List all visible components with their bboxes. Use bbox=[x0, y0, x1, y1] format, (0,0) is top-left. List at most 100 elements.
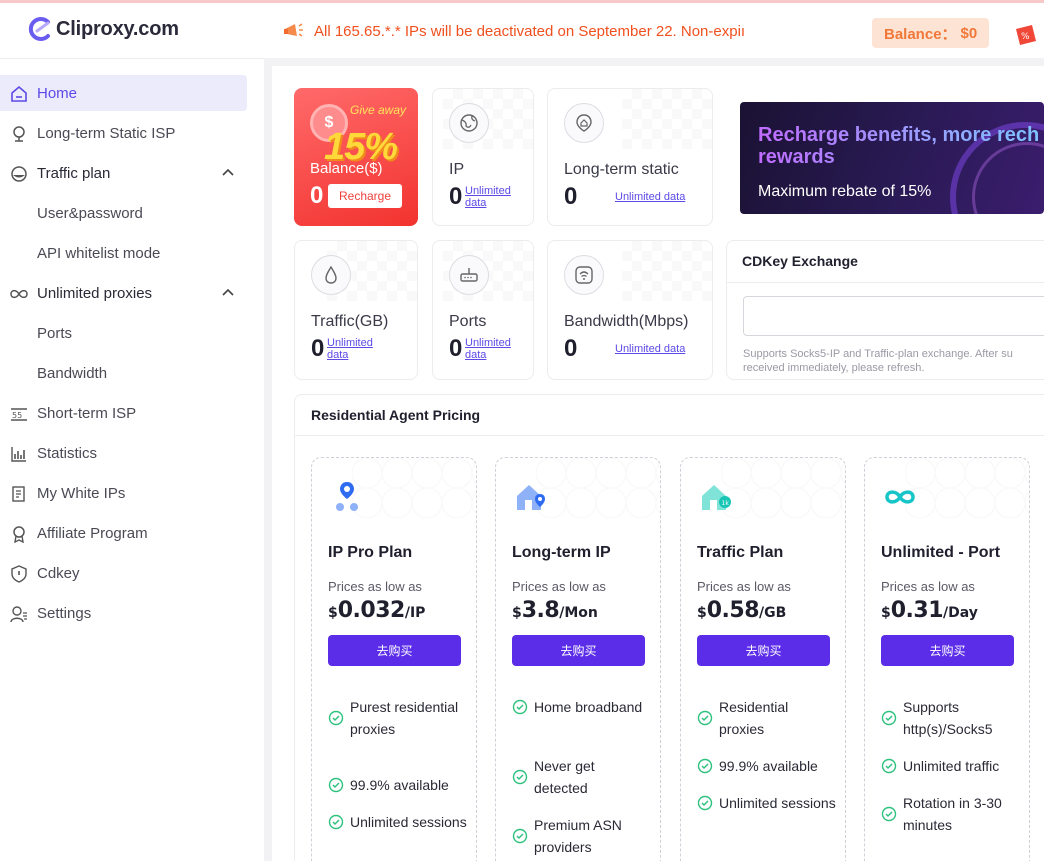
discount-badge-icon[interactable]: % bbox=[1012, 21, 1038, 47]
badge-icon bbox=[13, 526, 25, 543]
feature-text: 99.9% available bbox=[350, 777, 449, 793]
price-value: 0.58 bbox=[706, 598, 760, 623]
check-circle-icon bbox=[512, 828, 528, 844]
balance-card: $ Give away 15% Balance($) 0 Recharge bbox=[294, 88, 418, 226]
sidebar-item-label: Statistics bbox=[37, 444, 98, 462]
plan-name: Unlimited - Port bbox=[881, 544, 1001, 561]
sidebar-item-settings[interactable]: Settings bbox=[0, 595, 264, 631]
unlimited-data-link[interactable]: Unlimited data bbox=[465, 337, 511, 361]
feature-text: Home broadband bbox=[534, 699, 643, 715]
stat-label: Long-term static bbox=[564, 161, 679, 178]
sidebar-item-short-term-isp[interactable]: 55 Short-term ISP bbox=[0, 395, 264, 431]
give-away-label: Give away bbox=[350, 103, 407, 117]
link-line: data bbox=[465, 197, 487, 209]
sidebar-item-label: Settings bbox=[37, 604, 92, 622]
sidebar-item-ports[interactable]: Ports bbox=[0, 315, 264, 351]
sidebar-item-label: Unlimited proxies bbox=[37, 284, 153, 302]
hint-line: Supports Socks5-IP and Traffic-plan exch… bbox=[743, 348, 1013, 360]
plan-feature: Unlimited sessions bbox=[328, 811, 468, 833]
hex-pattern bbox=[352, 458, 476, 518]
check-circle-icon bbox=[512, 769, 528, 785]
divider bbox=[295, 435, 1044, 436]
notice-text: All 165.65.*.* IPs will be deactivated o… bbox=[314, 22, 746, 40]
hint-line: received immediately, please refresh. bbox=[743, 362, 925, 374]
wifi-icon bbox=[564, 255, 604, 295]
svg-text:55: 55 bbox=[12, 411, 22, 420]
unlimited-data-link[interactable]: Unlimited data bbox=[327, 337, 373, 361]
document-icon bbox=[12, 486, 25, 502]
logo[interactable]: Cliproxy.com bbox=[28, 17, 179, 41]
buy-button[interactable]: 去购买 bbox=[328, 635, 461, 666]
router-icon bbox=[449, 255, 489, 295]
sidebar-item-label: User&password bbox=[37, 204, 143, 222]
plan-price: $0.032/IP bbox=[328, 598, 425, 623]
balance-label: Balance($) bbox=[310, 160, 383, 177]
drop-icon bbox=[11, 166, 27, 182]
plan-feature: Supports http(s)/Socks5 bbox=[881, 696, 1021, 740]
svg-text:%: % bbox=[1021, 32, 1030, 42]
sidebar-item-statistics[interactable]: Statistics bbox=[0, 435, 264, 471]
sidebar-item-api-whitelist[interactable]: API whitelist mode bbox=[0, 235, 264, 271]
check-circle-icon bbox=[881, 710, 897, 726]
sidebar-item-user-password[interactable]: User&password bbox=[0, 195, 264, 231]
top-bar: Cliproxy.com All 165.65.*.* IPs will be … bbox=[0, 0, 1044, 58]
plan-price-prefix: Prices as low as bbox=[512, 579, 606, 594]
stat-label: Ports bbox=[449, 313, 487, 330]
plan-price: $0.31/Day bbox=[881, 598, 978, 623]
sidebar-item-traffic-plan[interactable]: Traffic plan bbox=[0, 155, 264, 191]
feature-text: Unlimited traffic bbox=[903, 758, 1000, 774]
infinity-icon bbox=[10, 289, 28, 299]
link-line: Unlimited bbox=[465, 337, 511, 349]
plan-name: Long-term IP bbox=[512, 544, 611, 561]
main-content: $ Give away 15% Balance($) 0 Recharge IP… bbox=[272, 66, 1044, 861]
cdkey-title: CDKey Exchange bbox=[742, 253, 858, 269]
chevron-up-icon[interactable] bbox=[222, 168, 234, 176]
price-value: 3.8 bbox=[521, 598, 560, 623]
home-pin-icon bbox=[564, 103, 604, 143]
sidebar-item-long-term-static-isp[interactable]: Long-term Static ISP bbox=[0, 115, 264, 151]
unlimited-data-link[interactable]: Unlimited data bbox=[615, 343, 685, 355]
unlimited-data-link[interactable]: Unlimited data bbox=[615, 191, 685, 203]
price-currency: $ bbox=[881, 605, 891, 621]
plan-feature: Residential proxies bbox=[697, 696, 837, 740]
balance-pill[interactable]: Balance： $0 bbox=[872, 18, 990, 48]
plan-card-ip-pro: IP Pro Plan Prices as low as $0.032/IP 去… bbox=[311, 457, 477, 861]
buy-button[interactable]: 去购买 bbox=[512, 635, 645, 666]
link-line: data bbox=[465, 349, 487, 361]
stat-card-long-term-static: Long-term static 0 Unlimited data bbox=[547, 88, 713, 226]
check-circle-icon bbox=[697, 795, 713, 811]
notice-bar[interactable]: All 165.65.*.* IPs will be deactivated o… bbox=[282, 21, 748, 41]
buy-button[interactable]: 去购买 bbox=[697, 635, 830, 666]
price-currency: $ bbox=[512, 605, 522, 621]
plan-price-prefix: Prices as low as bbox=[881, 579, 975, 594]
feature-text: Supports http(s)/Socks5 bbox=[903, 699, 993, 737]
plan-price: $0.58/GB bbox=[697, 598, 786, 623]
sidebar-item-my-white-ips[interactable]: My White IPs bbox=[0, 475, 264, 511]
unlimited-data-link[interactable]: Unlimited data bbox=[465, 185, 511, 209]
plan-price: $3.8/Mon bbox=[512, 598, 598, 623]
chevron-up-icon[interactable] bbox=[222, 288, 234, 296]
banner-subtitle: Maximum rebate of 15% bbox=[758, 183, 932, 200]
sidebar-item-cdkey[interactable]: Cdkey bbox=[0, 555, 264, 591]
sidebar-item-affiliate-program[interactable]: Affiliate Program bbox=[0, 515, 264, 551]
stat-value: 0 bbox=[449, 183, 463, 210]
megaphone-icon bbox=[284, 23, 303, 37]
sidebar-item-label: Ports bbox=[37, 324, 73, 342]
sidebar-item-unlimited-proxies[interactable]: Unlimited proxies bbox=[0, 275, 264, 311]
cdkey-input[interactable] bbox=[743, 296, 1044, 336]
buy-button[interactable]: 去购买 bbox=[881, 635, 1014, 666]
check-circle-icon bbox=[512, 699, 528, 715]
banner-title: Recharge benefits, more rech rewards bbox=[758, 124, 1039, 168]
price-currency: $ bbox=[697, 605, 707, 621]
recharge-button[interactable]: Recharge bbox=[328, 184, 402, 208]
feature-text: Unlimited sessions bbox=[719, 795, 836, 811]
sidebar-item-bandwidth[interactable]: Bandwidth bbox=[0, 355, 264, 391]
recharge-promo-banner[interactable]: Recharge benefits, more rech rewards Max… bbox=[740, 102, 1044, 214]
hex-pattern bbox=[721, 458, 845, 518]
banner-title-line: rewards bbox=[758, 146, 835, 168]
hex-pattern bbox=[536, 458, 660, 518]
plan-feature: Premium ASN providers bbox=[512, 814, 652, 858]
feature-text: 99.9% available bbox=[719, 758, 818, 774]
sidebar-item-home[interactable]: Home bbox=[0, 75, 247, 111]
home-icon bbox=[11, 85, 27, 102]
